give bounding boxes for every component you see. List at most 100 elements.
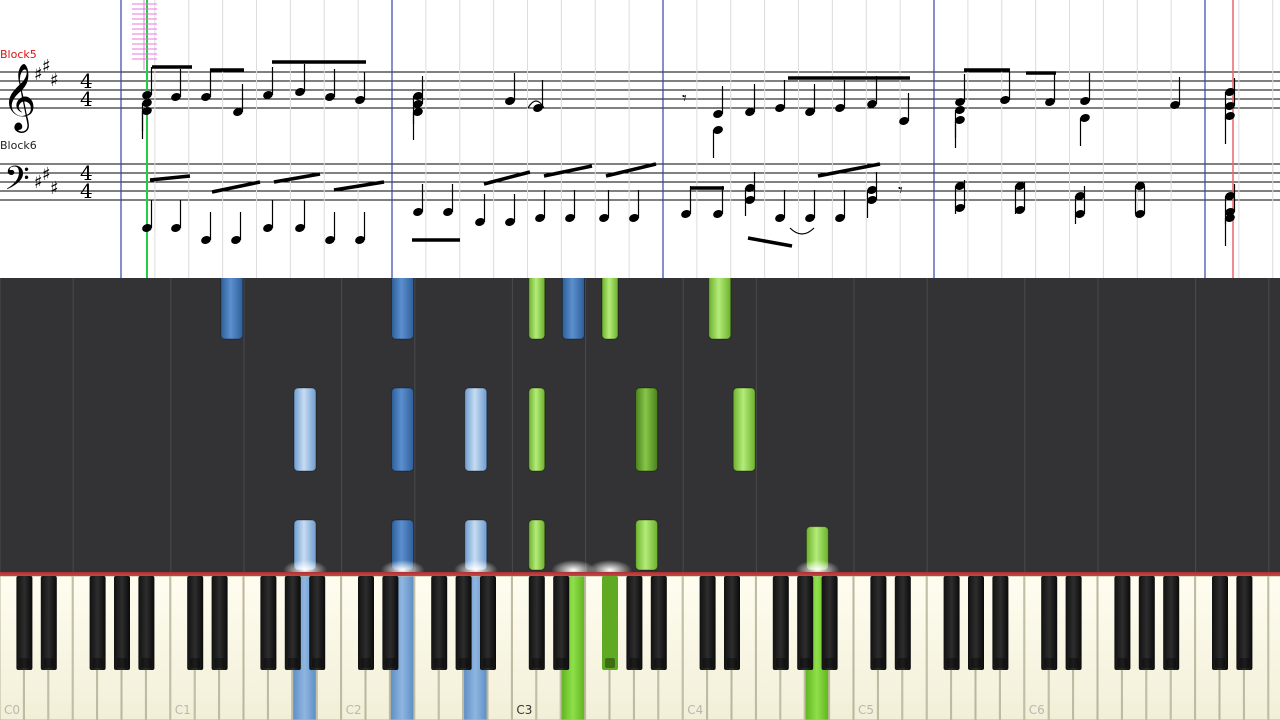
octave-label-c1: C1 — [174, 703, 191, 717]
black-key-a-sharp2[interactable] — [480, 576, 496, 670]
score-staves: 𝄞𝄢4444♯ ♯♯♯ ♯♯𝄾𝄾 — [0, 0, 1280, 278]
black-key-c-sharp3[interactable] — [528, 576, 545, 670]
black-key-shadow — [1166, 658, 1177, 668]
black-key-f-sharp3[interactable] — [602, 576, 618, 670]
black-key-d-sharp7[interactable] — [1236, 576, 1253, 670]
black-key-c-sharp1[interactable] — [187, 576, 204, 670]
black-key-f-sharp1[interactable] — [260, 576, 277, 670]
black-key-a-sharp5[interactable] — [992, 576, 1009, 670]
black-key-d-sharp6[interactable] — [1065, 576, 1082, 670]
black-key-a-sharp3[interactable] — [650, 576, 667, 670]
black-key-shadow — [19, 658, 30, 668]
black-key-a-sharp6[interactable] — [1163, 576, 1180, 670]
black-key-shadow — [1239, 658, 1250, 668]
falling-note-left-e3 — [561, 278, 585, 340]
black-key-f-sharp6[interactable] — [1114, 576, 1131, 670]
black-key-shadow — [385, 658, 396, 668]
black-key-shadow — [43, 658, 54, 668]
octave-label-c6: C6 — [1028, 703, 1045, 717]
black-key-shadow — [775, 658, 786, 668]
falling-notes-roll — [0, 278, 1280, 574]
lower-staff-label: Block6 — [0, 139, 37, 152]
note-beam — [605, 162, 657, 178]
falling-note-right-c-sharp3 — [528, 387, 546, 472]
black-key-shadow — [897, 658, 908, 668]
black-key-shadow — [117, 658, 127, 668]
black-key-c-sharp2[interactable] — [358, 576, 374, 670]
black-key-shadow — [653, 658, 664, 668]
note-beam — [273, 172, 321, 184]
black-key-shadow — [702, 658, 713, 668]
black-key-shadow — [605, 658, 615, 668]
note-beam — [149, 174, 191, 182]
piano-keys[interactable] — [0, 576, 1280, 720]
black-key-d-sharp0[interactable] — [40, 576, 57, 670]
black-key-shadow — [824, 658, 835, 668]
black-key-g-sharp0[interactable] — [114, 576, 130, 670]
black-key-a-sharp0[interactable] — [138, 576, 155, 670]
black-key-g-sharp3[interactable] — [626, 576, 643, 670]
black-key-shadow — [92, 658, 103, 668]
black-key-f-sharp2[interactable] — [431, 576, 448, 670]
black-key-g-sharp1[interactable] — [284, 576, 301, 670]
black-key-shadow — [556, 658, 567, 668]
black-key-c-sharp4[interactable] — [699, 576, 716, 670]
upper-staff-label: Block5 — [0, 48, 37, 61]
black-key-shadow — [1215, 658, 1225, 668]
black-key-shadow — [1044, 658, 1055, 668]
black-key-shadow — [971, 658, 981, 668]
black-key-a-sharp1[interactable] — [309, 576, 326, 670]
black-key-shadow — [1141, 658, 1152, 668]
black-key-shadow — [190, 658, 201, 668]
falling-note-right-c-sharp3 — [528, 519, 546, 571]
black-key-d-sharp4[interactable] — [724, 576, 740, 670]
octave-label-c5: C5 — [858, 703, 875, 717]
black-key-f-sharp5[interactable] — [943, 576, 960, 670]
black-key-c-sharp5[interactable] — [870, 576, 887, 670]
black-key-f-sharp0[interactable] — [89, 576, 106, 670]
falling-note-left-e2 — [391, 278, 415, 340]
note-beam — [817, 162, 881, 178]
note-beam — [543, 164, 593, 178]
black-key-shadow — [312, 658, 323, 668]
falling-note-left-e2 — [391, 387, 415, 472]
falling-note-right-f-sharp3 — [601, 278, 619, 340]
falling-note-left-e1 — [220, 278, 244, 340]
black-key-shadow — [361, 658, 371, 668]
black-key-shadow — [873, 658, 884, 668]
black-key-d-sharp3[interactable] — [553, 576, 570, 670]
key-signature-sharp: ♯ — [50, 178, 59, 199]
black-key-shadow — [141, 658, 152, 668]
black-key-shadow — [1068, 658, 1079, 668]
black-key-g-sharp2[interactable] — [455, 576, 472, 670]
white-key-f7[interactable] — [1268, 576, 1280, 720]
black-key-shadow — [287, 658, 298, 668]
sheet-music-panel: 𝄞 𝄢 4 4 4 4 ♯ ♯ ♯ ♯ ♯ ♯ 𝄾 𝄾 Block5 Block6 — [0, 0, 1280, 278]
time-signature-bottom: 4 — [80, 87, 93, 111]
black-key-g-sharp5[interactable] — [968, 576, 984, 670]
black-key-shadow — [531, 658, 542, 668]
black-key-c-sharp6[interactable] — [1041, 576, 1058, 670]
black-key-a-sharp4[interactable] — [821, 576, 838, 670]
falling-note-right-c-sharp3 — [528, 278, 546, 340]
key-signature-sharp: ♯ — [50, 70, 59, 91]
time-signature-bottom: 4 — [80, 179, 93, 203]
black-key-g-sharp6[interactable] — [1138, 576, 1155, 670]
note-beam — [333, 180, 385, 192]
black-key-shadow — [458, 658, 469, 668]
black-key-c-sharp7[interactable] — [1212, 576, 1228, 670]
eighth-rest-icon: 𝄾 — [898, 180, 903, 201]
black-key-d-sharp1[interactable] — [211, 576, 228, 670]
tie-curve — [789, 227, 815, 235]
black-key-d-sharp2[interactable] — [382, 576, 399, 670]
piano-keyboard[interactable]: C0 C1 C2 C3 C4 C5 C6 — [0, 576, 1280, 720]
black-key-c-sharp0[interactable] — [16, 576, 33, 670]
octave-label-c0: C0 — [4, 703, 21, 717]
black-key-shadow — [214, 658, 225, 668]
falling-notes-canvas — [0, 278, 1270, 574]
black-key-shadow — [800, 658, 811, 668]
black-key-f-sharp4[interactable] — [772, 576, 789, 670]
black-key-g-sharp4[interactable] — [797, 576, 814, 670]
bass-clef-icon: 𝄢 — [4, 160, 30, 206]
black-key-d-sharp5[interactable] — [894, 576, 911, 670]
